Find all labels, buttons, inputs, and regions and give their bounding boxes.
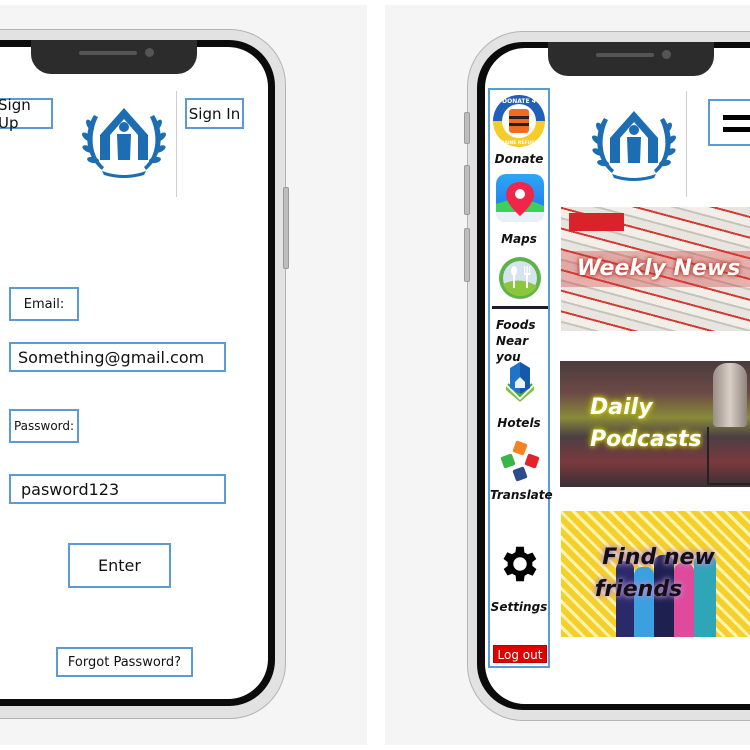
sidebar-label-settings: Settings bbox=[490, 600, 548, 614]
weekly-news-tile[interactable]: Weekly News bbox=[561, 207, 750, 331]
volume-up-button bbox=[464, 165, 470, 215]
weekly-news-title: Weekly News bbox=[576, 256, 741, 281]
sign-in-label: Sign In bbox=[188, 104, 241, 123]
foods-label-line1: Foods bbox=[496, 318, 536, 332]
svg-text:UKRAINE REFUGEES: UKRAINE REFUGEES bbox=[494, 140, 545, 146]
power-button bbox=[283, 187, 289, 269]
speaker-grille bbox=[596, 53, 654, 57]
mute-switch bbox=[464, 112, 470, 144]
email-label-box: Email: bbox=[9, 287, 79, 321]
find-friends-title-line1: Find new bbox=[602, 545, 715, 570]
email-label: Email: bbox=[23, 296, 65, 312]
map-pin-icon bbox=[496, 174, 544, 222]
sidebar-item-maps[interactable]: Maps bbox=[490, 174, 548, 250]
sidebar-label-maps: Maps bbox=[501, 232, 537, 246]
front-camera bbox=[145, 48, 154, 57]
password-label-box: Password: bbox=[9, 409, 79, 443]
email-field-value: Something@gmail.com bbox=[18, 347, 205, 367]
speaker-grille bbox=[79, 51, 137, 55]
translate-chat-icon bbox=[500, 440, 540, 482]
header-divider bbox=[176, 91, 177, 197]
front-camera bbox=[662, 50, 671, 59]
phone-notch bbox=[31, 40, 197, 74]
sign-up-label: Sign Up bbox=[0, 95, 31, 132]
find-friends-tile[interactable]: Find new friends bbox=[561, 511, 750, 637]
password-label: Password: bbox=[13, 419, 75, 433]
enter-label: Enter bbox=[98, 556, 141, 575]
forgot-password-label: Forgot Password? bbox=[67, 654, 182, 670]
unhcr-logo bbox=[82, 108, 166, 178]
logout-label: Log out bbox=[497, 648, 543, 662]
password-field[interactable]: pasword123 bbox=[9, 474, 226, 504]
gear-icon bbox=[503, 546, 537, 582]
enter-button[interactable]: Enter bbox=[68, 543, 171, 588]
daily-podcasts-title-line2: Podcasts bbox=[590, 427, 702, 452]
password-field-value: pasword123 bbox=[21, 479, 120, 499]
sidebar-label-donate: Donate bbox=[494, 152, 544, 166]
hamburger-menu-icon bbox=[723, 115, 750, 120]
sidebar: DONATE 4 UKRAINE REFUGEES Donate Maps Fo… bbox=[488, 88, 553, 668]
sidebar-label-hotels: Hotels bbox=[497, 416, 541, 430]
hamburger-menu-icon-bar bbox=[723, 127, 750, 132]
sign-up-button[interactable]: Sign Up bbox=[0, 95, 53, 132]
forgot-password-link[interactable]: Forgot Password? bbox=[56, 647, 193, 677]
sidebar-item-hotels[interactable]: Hotels bbox=[490, 360, 548, 434]
unhcr-logo bbox=[592, 111, 676, 181]
donate-ukraine-refugees-icon: DONATE 4 UKRAINE REFUGEES bbox=[493, 95, 545, 147]
menu-button[interactable] bbox=[708, 99, 750, 146]
sidebar-item-divider bbox=[492, 306, 548, 309]
microphone-decoration bbox=[713, 363, 747, 427]
sidebar-label-foods: Foods Near you bbox=[490, 317, 548, 365]
newspaper-masthead-decoration bbox=[569, 213, 624, 231]
sidebar-item-donate[interactable]: DONATE 4 UKRAINE REFUGEES Donate bbox=[490, 90, 548, 170]
daily-podcasts-tile[interactable]: Daily Podcasts bbox=[560, 361, 750, 487]
email-field[interactable]: Something@gmail.com bbox=[9, 342, 226, 372]
sign-in-button[interactable]: Sign In bbox=[185, 98, 244, 129]
logout-button[interactable]: Log out bbox=[493, 645, 547, 663]
header-divider bbox=[686, 91, 687, 197]
daily-podcasts-title-line1: Daily bbox=[590, 395, 653, 420]
sidebar-item-settings[interactable]: Settings bbox=[490, 538, 548, 622]
phone-notch bbox=[548, 42, 714, 76]
sidebar-item-translate[interactable]: Translate bbox=[490, 440, 553, 508]
sidebar-label-translate: Translate bbox=[490, 488, 553, 502]
find-friends-title-line2: friends bbox=[594, 577, 683, 602]
mic-stand-decoration bbox=[707, 427, 750, 485]
svg-text:DONATE 4: DONATE 4 bbox=[502, 98, 536, 105]
sidebar-item-foods-near-you[interactable]: Foods Near you bbox=[490, 256, 548, 364]
hotel-building-icon bbox=[506, 362, 534, 402]
volume-down-button bbox=[464, 228, 470, 282]
fork-spoon-icon bbox=[499, 257, 541, 299]
